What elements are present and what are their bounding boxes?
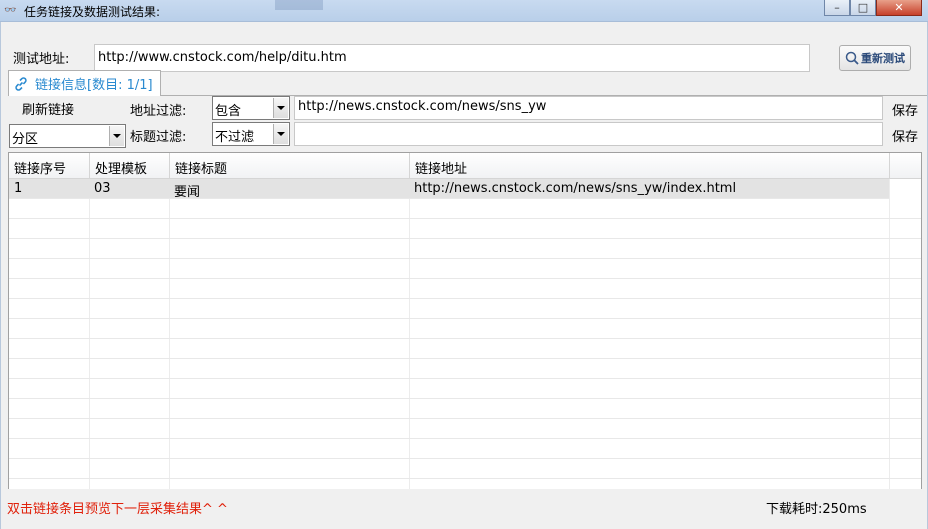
empty-row [9, 199, 921, 219]
chevron-down-icon [109, 126, 124, 146]
link-icon [15, 76, 27, 91]
title-filter-mode-value: 不过滤 [215, 130, 255, 145]
tab-link-info[interactable]: 链接信息[数目: 1/1] [8, 70, 161, 96]
test-url-input[interactable]: http://www.cnstock.com/help/ditu.htm [94, 44, 810, 72]
test-url-label: 测试地址: [13, 52, 70, 67]
maximize-button[interactable]: □ [850, 0, 876, 16]
empty-row [9, 339, 921, 359]
background-window-ghost [275, 0, 323, 10]
links-table[interactable]: 链接序号 处理模板 链接标题 链接地址 1 03 要闻 http://news.… [8, 152, 922, 507]
chevron-down-icon [273, 98, 288, 118]
title-filter-label: 标题过滤: [130, 130, 187, 145]
cell-index: 1 [14, 181, 23, 196]
empty-row [9, 439, 921, 459]
title-filter-mode-select[interactable]: 不过滤 [212, 122, 290, 146]
retest-button[interactable]: 重新测试 [839, 45, 911, 71]
address-filter-input[interactable]: http://news.cnstock.com/news/sns_yw [294, 96, 883, 120]
column-header-url[interactable]: 链接地址 [410, 153, 890, 179]
column-header-title[interactable]: 链接标题 [170, 153, 410, 179]
empty-row [9, 239, 921, 259]
save-address-filter-button[interactable]: 保存 [892, 100, 918, 119]
address-filter-mode-value: 包含 [215, 104, 242, 119]
empty-row [9, 399, 921, 419]
empty-row [9, 459, 921, 479]
window-title: 任务链接及数据测试结果: [24, 5, 161, 19]
empty-row [9, 259, 921, 279]
table-row[interactable]: 1 03 要闻 http://news.cnstock.com/news/sns… [9, 179, 889, 200]
empty-row [9, 219, 921, 239]
address-filter-mode-select[interactable]: 包含 [212, 96, 290, 120]
empty-row [9, 419, 921, 439]
column-header-index[interactable]: 链接序号 [9, 153, 90, 179]
empty-row [9, 319, 921, 339]
address-filter-label: 地址过滤: [130, 104, 187, 119]
cell-title: 要闻 [174, 185, 201, 200]
empty-row [9, 359, 921, 379]
chevron-down-icon [273, 124, 288, 144]
title-bar: 👓 任务链接及数据测试结果: – □ ✕ [0, 0, 928, 22]
title-filter-input[interactable] [294, 122, 883, 146]
cell-url: http://news.cnstock.com/news/sns_yw/inde… [414, 181, 737, 196]
minimize-button[interactable]: – [824, 0, 850, 16]
column-header-template[interactable]: 处理模板 [90, 153, 170, 179]
empty-row [9, 299, 921, 319]
cell-template: 03 [94, 181, 111, 196]
empty-row [9, 279, 921, 299]
save-title-filter-button[interactable]: 保存 [892, 126, 918, 145]
app-glasses-icon: 👓 [4, 5, 17, 16]
section-select[interactable]: 分区 [9, 124, 126, 148]
close-button[interactable]: ✕ [876, 0, 922, 16]
download-time: 下载耗时:250ms [766, 502, 867, 517]
search-icon [845, 51, 859, 65]
main-panel: 测试地址: http://www.cnstock.com/help/ditu.h… [0, 22, 928, 529]
preview-hint: 双击链接条目预览下一层采集结果^ ^ [7, 502, 228, 517]
tab-link-info-label: 链接信息[数目: 1/1] [35, 78, 153, 93]
refresh-links-button[interactable]: 刷新链接 [13, 97, 83, 119]
retest-button-label: 重新测试 [861, 52, 905, 65]
section-select-value: 分区 [12, 132, 39, 147]
table-header: 链接序号 处理模板 链接标题 链接地址 [9, 153, 921, 179]
empty-row [9, 379, 921, 399]
